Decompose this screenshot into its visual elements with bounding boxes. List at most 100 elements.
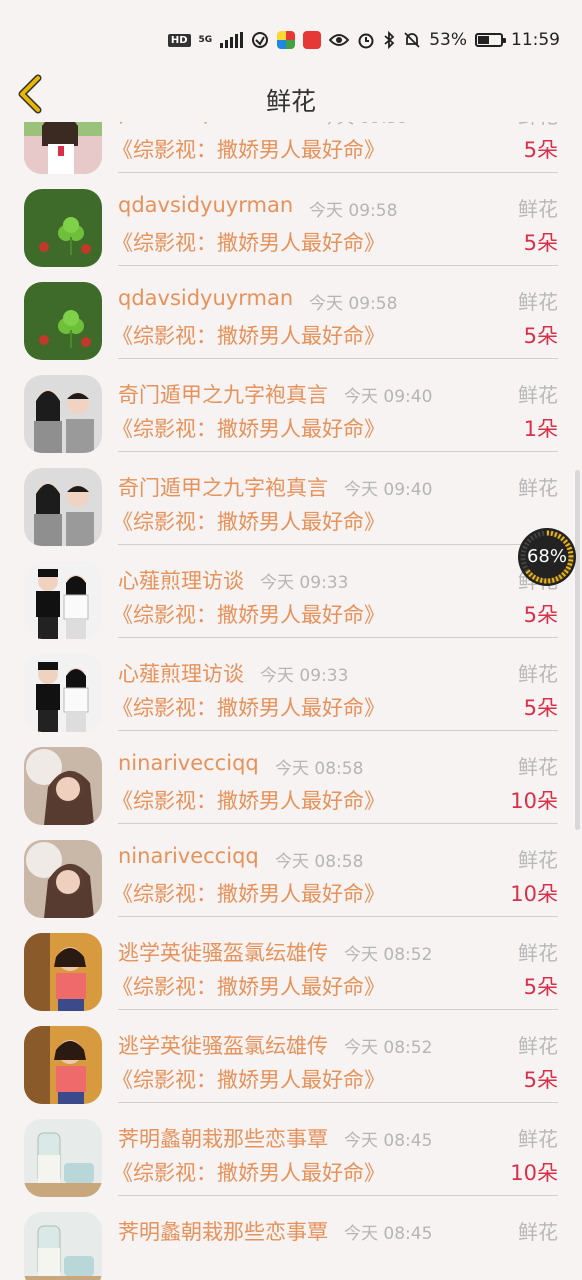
alarm-icon (358, 33, 374, 49)
timestamp: 今天 09:59 (320, 122, 408, 128)
page-title: 鲜花 (265, 87, 316, 116)
list-item[interactable]: 逃学英徙骚盔氯纭雄传 今天 08:52 鲜花 《综影视：撒娇男人最好命》 5朵 (0, 919, 582, 1012)
gift-type: 鲜花 (518, 197, 558, 221)
list-item[interactable]: 荠明蠡朝栽那些恋事覃 今天 08:45 鲜花 《综影视：撒娇男人最好命》 10朵 (0, 1105, 582, 1198)
avatar[interactable] (24, 375, 102, 453)
avatar[interactable] (24, 468, 102, 546)
timestamp: 今天 09:40 (344, 480, 433, 500)
sender-name[interactable]: ninarivecciqq (118, 844, 259, 868)
list-item[interactable]: 逃学英徙骚盔氯纭雄传 今天 08:52 鲜花 《综影视：撒娇男人最好命》 5朵 (0, 1012, 582, 1105)
wifi-off-icon (252, 32, 269, 48)
progress-text: 68% (526, 546, 567, 567)
list-item[interactable]: 心薤煎理访谈今天 09:33鲜花《综影视：撒娇男人最好命》5朵 (0, 640, 582, 733)
list-item[interactable]: 奇门遁甲之九字袍真言 今天 09:40 鲜花 《综影视：撒娇男人最好命》 1朵 (0, 361, 582, 454)
avatar[interactable] (24, 1212, 102, 1280)
divider (118, 823, 558, 824)
status-bar: HD 5G 53% 11:59 (0, 0, 582, 70)
gift-count: 10朵 (510, 882, 558, 906)
divider (118, 916, 558, 917)
divider (118, 172, 558, 173)
book-title[interactable]: 《综影视：撒娇男人最好命》 (112, 878, 385, 908)
book-title[interactable]: 《综影视：撒娇男人最好命》 (112, 1157, 385, 1187)
divider (118, 1102, 558, 1103)
sender-name[interactable]: 逃学英徙骚盔氯纭雄传 (118, 937, 328, 967)
avatar[interactable] (24, 561, 102, 639)
scrollbar[interactable] (575, 470, 580, 830)
avatar[interactable] (24, 654, 102, 732)
timestamp: 今天 09:33 (260, 573, 349, 593)
list-item[interactable]: qdavsidyuyrman 今天 09:58 鲜花 《综影视：撒娇男人最好命》 5朵 (0, 268, 582, 361)
avatar[interactable] (24, 282, 102, 360)
timestamp: 今天 08:45 (344, 1224, 433, 1244)
avatar[interactable] (24, 1119, 102, 1197)
gift-record-list[interactable]: polorealprhlauren今天 09:59鲜花《综影视：撒娇男人最好命》… (0, 122, 582, 1280)
sender-name[interactable]: polorealprhlauren (118, 122, 304, 124)
gift-count: 10朵 (510, 789, 558, 813)
book-title[interactable]: 《综影视：撒娇男人最好命》 (112, 692, 385, 722)
list-item[interactable]: 奇门遁甲之九字袍真言 今天 09:40 鲜花《综影视：撒娇男人最好命》 (0, 454, 582, 547)
list-item[interactable]: 荠明蠡朝栽那些恋事覃 今天 08:45 鲜花 (0, 1198, 582, 1280)
sender-name[interactable]: 荠明蠡朝栽那些恋事覃 (118, 1123, 328, 1153)
sender-name[interactable]: 奇门遁甲之九字袍真言 (118, 379, 328, 409)
hd-badge: HD (167, 33, 191, 47)
bluetooth-icon (384, 31, 395, 49)
timestamp: 今天 08:58 (275, 852, 364, 872)
avatar[interactable] (24, 933, 102, 1011)
divider (118, 730, 558, 731)
book-title[interactable]: 《综影视：撒娇男人最好命》 (112, 506, 385, 536)
gift-type: 鲜花 (518, 1127, 558, 1151)
nav-bar: 鲜花 (0, 70, 582, 122)
eye-icon (329, 34, 350, 46)
mute-bell-icon (404, 32, 420, 48)
sender-name[interactable]: ninarivecciqq (118, 751, 259, 775)
sender-name[interactable]: 荠明蠡朝栽那些恋事覃 (118, 1216, 328, 1246)
book-title[interactable]: 《综影视：撒娇男人最好命》 (112, 413, 385, 443)
gift-count: 5朵 (523, 324, 558, 348)
avatar[interactable] (24, 840, 102, 918)
sender-name[interactable]: qdavsidyuyrman (118, 286, 293, 310)
gift-count: 5朵 (523, 231, 558, 255)
list-item[interactable]: polorealprhlauren 今天 09:59 鲜花《综影视：撒娇男人最好命》… (0, 122, 582, 175)
book-title[interactable]: 《综影视：撒娇男人最好命》 (112, 599, 385, 629)
gift-count: 5朵 (523, 696, 558, 720)
timestamp: 今天 09:40 (344, 387, 433, 407)
gift-type: 鲜花 (518, 848, 558, 872)
timestamp: 今天 08:58 (275, 759, 364, 779)
list-item[interactable]: ninarivecciqq 今天 08:58 鲜花《综影视：撒娇男人最好命》 10朵 (0, 733, 582, 826)
divider (118, 1009, 558, 1010)
timestamp: 今天 09:33 (260, 666, 349, 686)
gift-type: 鲜花 (518, 755, 558, 779)
gift-count: 5朵 (523, 603, 558, 627)
book-title[interactable]: 《综影视：撒娇男人最好命》 (112, 227, 385, 257)
divider (118, 451, 558, 452)
book-title[interactable]: 《综影视：撒娇男人最好命》 (112, 971, 385, 1001)
avatar[interactable] (24, 122, 102, 174)
book-title[interactable]: 《综影视：撒娇男人最好命》 (112, 1064, 385, 1094)
sender-name[interactable]: qdavsidyuyrman (118, 193, 293, 217)
gift-count: 5朵 (523, 138, 558, 162)
signal-icon (220, 32, 244, 48)
battery-icon (475, 33, 506, 47)
book-title[interactable]: 《综影视：撒娇男人最好命》 (112, 320, 385, 350)
gift-type: 鲜花 (518, 476, 558, 500)
timestamp: 今天 09:58 (309, 201, 398, 221)
gift-type: 鲜花 (518, 941, 558, 965)
sender-name[interactable]: 心薤煎理访谈 (118, 658, 244, 688)
list-item[interactable]: ninarivecciqq 今天 08:58 鲜花《综影视：撒娇男人最好命》 10朵 (0, 826, 582, 919)
sender-name[interactable]: 奇门遁甲之九字袍真言 (118, 472, 328, 502)
gift-type: 鲜花 (518, 122, 558, 129)
sender-name[interactable]: 心薤煎理访谈 (118, 565, 244, 595)
sender-name[interactable]: 逃学英徙骚盔氯纭雄传 (118, 1030, 328, 1060)
avatar[interactable] (24, 189, 102, 267)
avatar[interactable] (24, 1026, 102, 1104)
gift-type: 鲜花 (518, 1034, 558, 1058)
app-notification-icon (277, 31, 296, 49)
list-item[interactable]: 心薤煎理访谈今天 09:33鲜花《综影视：撒娇男人最好命》5朵 (0, 547, 582, 640)
book-title[interactable]: 《综影视：撒娇男人最好命》 (112, 134, 385, 164)
list-item[interactable]: qdavsidyuyrman 今天 09:58 鲜花《综影视：撒娇男人最好命》 5朵 (0, 175, 582, 268)
network-type: 5G (198, 34, 213, 45)
book-title[interactable]: 《综影视：撒娇男人最好命》 (112, 785, 385, 815)
progress-badge[interactable]: 68% (518, 528, 576, 586)
gift-type: 鲜花 (518, 383, 558, 407)
avatar[interactable] (24, 747, 102, 825)
